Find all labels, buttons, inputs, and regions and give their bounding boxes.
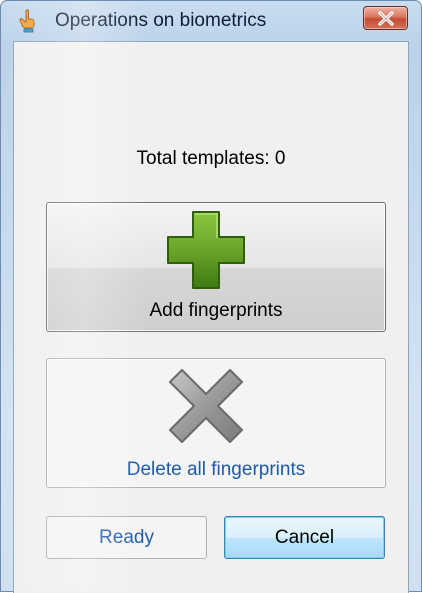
- title-bar[interactable]: Operations on biometrics: [1, 1, 421, 41]
- close-icon: [378, 11, 394, 26]
- close-button[interactable]: [363, 6, 408, 30]
- add-fingerprints-label: Add fingerprints: [149, 300, 283, 321]
- ready-button[interactable]: Ready: [46, 516, 207, 559]
- add-fingerprints-button[interactable]: Add fingerprints: [46, 202, 386, 332]
- plus-icon: [167, 211, 245, 289]
- x-icon: [169, 369, 243, 443]
- hand-pointer-icon: [19, 8, 41, 34]
- delete-all-fingerprints-button[interactable]: Delete all fingerprints: [46, 358, 386, 488]
- total-templates-label: Total templates: 0: [136, 148, 286, 169]
- delete-all-fingerprints-label: Delete all fingerprints: [126, 459, 306, 480]
- dialog-window: Operations on biometrics Total templates…: [0, 0, 422, 593]
- window-title: Operations on biometrics: [55, 10, 267, 31]
- cancel-button[interactable]: Cancel: [224, 516, 385, 559]
- dialog-client-area: Total templates: 0 Add fingerprints Dele…: [13, 41, 409, 593]
